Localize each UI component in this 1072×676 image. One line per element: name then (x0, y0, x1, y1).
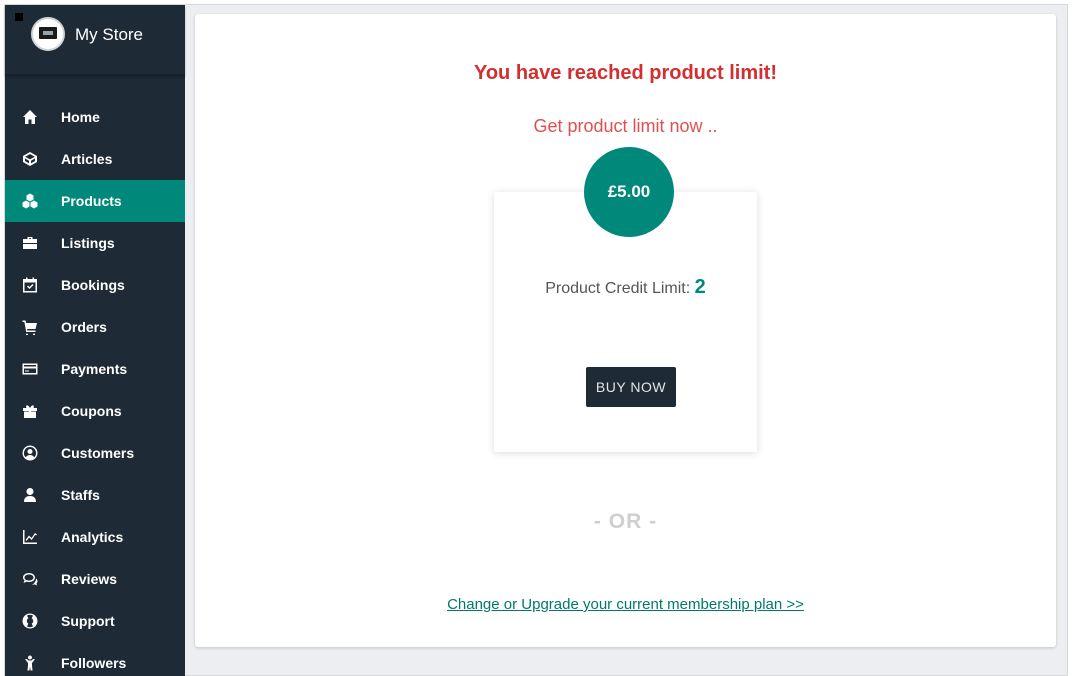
credit-card-icon (5, 361, 61, 377)
buy-now-button[interactable]: BUY NOW (586, 367, 676, 407)
sidebar-item-label: Payments (61, 361, 128, 377)
credit-label: Product Credit Limit: (545, 280, 691, 297)
sidebar-item-bookings[interactable]: Bookings (5, 264, 185, 306)
sidebar-item-support[interactable]: Support (5, 600, 185, 642)
calendar-check-icon (5, 277, 61, 293)
sidebar-item-followers[interactable]: Followers (5, 642, 185, 676)
sidebar-item-reviews[interactable]: Reviews (5, 558, 185, 600)
credit-value: 2 (694, 276, 706, 298)
cart-icon (5, 319, 61, 335)
upgrade-plan-link-wrapper: Change or Upgrade your current membershi… (195, 596, 1056, 613)
sidebar-item-staffs[interactable]: Staffs (5, 474, 185, 516)
monitor-icon (39, 27, 57, 39)
sidebar-item-listings[interactable]: Listings (5, 222, 185, 264)
sidebar-item-products[interactable]: Products (5, 180, 185, 222)
sidebar-item-label: Staffs (61, 487, 100, 503)
child-icon (5, 655, 61, 671)
sidebar-item-label: Listings (61, 235, 115, 251)
products-icon (5, 193, 61, 209)
product-credit-limit: Product Credit Limit: 2 (494, 276, 757, 299)
sidebar-item-coupons[interactable]: Coupons (5, 390, 185, 432)
home-icon (5, 109, 61, 125)
page-title: You have reached product limit! (473, 62, 778, 84)
store-header[interactable]: My Store (5, 5, 185, 75)
sidebar-item-label: Products (61, 193, 122, 209)
life-ring-icon (5, 613, 61, 629)
store-logo (31, 17, 65, 51)
or-separator: - OR - (593, 510, 658, 533)
gift-icon (5, 403, 61, 419)
articles-icon (5, 151, 61, 167)
sidebar-nav: Home Articles Products Listings Bookings… (5, 96, 185, 676)
get-limit-subtitle: Get product limit now .. (533, 116, 718, 136)
sidebar-item-payments[interactable]: Payments (5, 348, 185, 390)
sidebar-item-label: Analytics (61, 529, 124, 545)
sidebar-item-label: Customers (61, 445, 135, 461)
sidebar-item-label: Coupons (61, 403, 122, 419)
sidebar-item-analytics[interactable]: Analytics (5, 516, 185, 558)
user-icon (5, 487, 61, 503)
sidebar-item-articles[interactable]: Articles (5, 138, 185, 180)
briefcase-icon (5, 235, 61, 251)
sidebar-item-label: Articles (61, 151, 113, 167)
sidebar-item-label: Followers (61, 655, 127, 671)
sidebar-item-home[interactable]: Home (5, 96, 185, 138)
price-badge: £5.00 (584, 147, 674, 237)
store-name: My Store (75, 25, 144, 44)
upgrade-plan-link[interactable]: Change or Upgrade your current membershi… (447, 596, 804, 613)
user-circle-icon (5, 445, 61, 461)
sidebar-item-label: Orders (61, 319, 107, 335)
sidebar-item-label: Bookings (61, 277, 125, 293)
line-chart-icon (5, 529, 61, 545)
sidebar-item-label: Support (61, 613, 115, 629)
sidebar: My Store Home Articles Products Listings… (5, 5, 185, 676)
content-panel: You have reached product limit! Get prod… (195, 14, 1056, 647)
sidebar-item-customers[interactable]: Customers (5, 432, 185, 474)
comments-icon (5, 571, 61, 587)
sidebar-item-label: Reviews (61, 571, 118, 587)
sidebar-item-label: Home (61, 109, 100, 125)
sidebar-item-orders[interactable]: Orders (5, 306, 185, 348)
